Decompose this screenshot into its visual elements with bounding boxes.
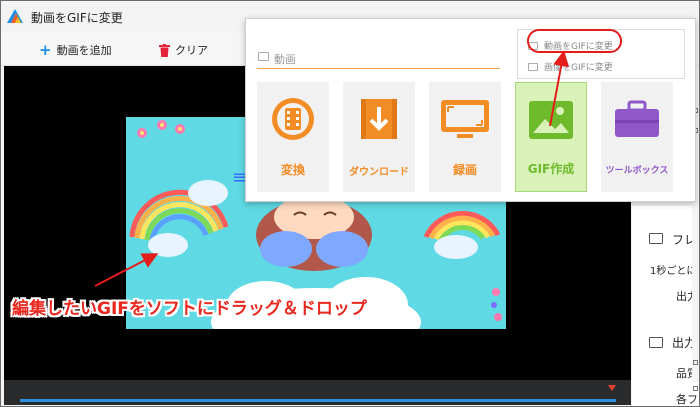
each-label: 各フ [676,393,698,406]
convert-card[interactable]: 変換 [257,82,329,192]
timeline-track[interactable] [20,399,616,402]
annotation-caption: 編集したいGIFをソフトにドラッグ＆ドロップ [12,299,367,319]
image-icon [649,337,663,348]
main-menu-popup: 動画 変換 ダウンロード 録画 GIF作成 ツールボックス 動画をGIFに変更 … [245,18,696,202]
gif-maker-label: GIF作成 [527,162,575,176]
download-card[interactable]: ダウンロード [343,82,415,192]
image-to-gif-label: 画像をGIFに変更 [544,63,613,73]
playhead-marker[interactable] [608,385,616,391]
toolbox-card[interactable]: ツールボックス [601,82,673,192]
scroll-mark[interactable] [693,360,698,365]
timeline-bar[interactable] [4,380,631,405]
toolbox-icon [615,100,659,137]
download-icon [361,99,397,139]
video-section-icon [258,52,269,61]
image-icon [528,62,538,71]
add-video-button[interactable]: + 動画を追加 [39,41,112,59]
add-video-label: 動画を追加 [56,44,112,57]
gif-image-icon [529,101,573,139]
film-convert-icon [272,98,314,140]
app-logo-icon [7,9,23,23]
trash-icon [159,43,170,57]
section-divider [257,68,500,69]
image-to-gif-item[interactable]: 画像をGIFに変更 [528,60,613,73]
plus-icon: + [39,41,52,59]
record-label: 録画 [452,163,477,177]
convert-label: 変換 [280,163,305,177]
highlight-oval [527,29,622,53]
window-title: 動画をGIFに変更 [31,11,123,25]
clear-label: クリア [175,44,208,57]
settings-panel: フレ 1秒ごとに 出力 出力 品質 各フ [632,206,699,406]
clear-button[interactable]: クリア [159,41,208,59]
gif-maker-card[interactable]: GIF作成 [515,82,587,192]
monitor-record-icon [441,100,489,138]
frame-icon [649,233,663,244]
toolbox-label: ツールボックス [605,166,669,176]
interval-label: 1秒ごとに [650,266,697,277]
scroll-mark[interactable] [693,386,698,391]
download-label: ダウンロード [349,167,409,178]
record-card[interactable]: 録画 [429,82,501,192]
section-label: 動画 [274,53,296,66]
